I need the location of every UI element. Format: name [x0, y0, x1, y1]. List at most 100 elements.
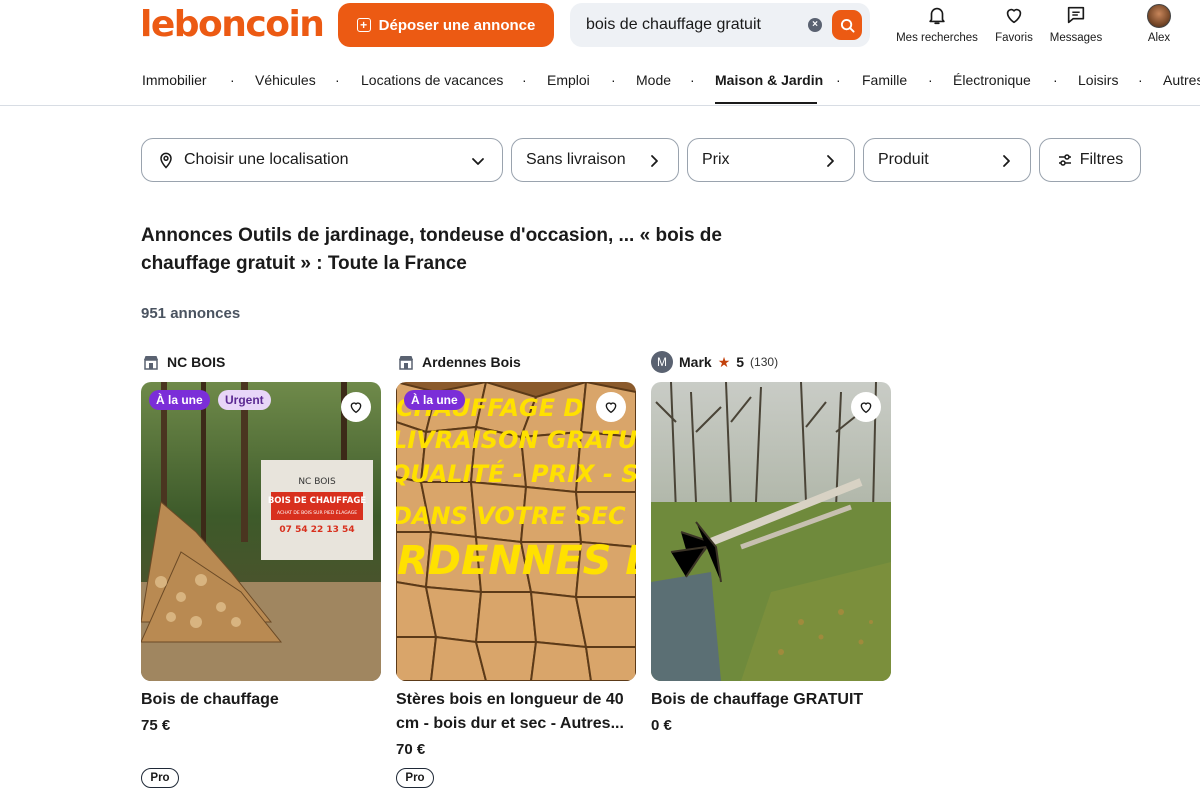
- ad-text-line-4: DANS VOTRE SEC: [396, 502, 626, 530]
- nav-messages-label: Messages: [1049, 32, 1103, 44]
- favorite-button[interactable]: [341, 392, 371, 422]
- ad-text-line-5: ARDENNES B: [396, 538, 636, 584]
- message-icon: [1067, 6, 1085, 24]
- search-bar: ×: [570, 3, 870, 47]
- category-mode[interactable]: Mode: [636, 72, 671, 88]
- category-vehicules[interactable]: Véhicules: [255, 72, 316, 88]
- truck-text-phone: 07 54 22 13 54: [279, 525, 354, 535]
- nav-my-searches[interactable]: Mes recherches: [894, 4, 980, 48]
- search-input[interactable]: [586, 3, 806, 47]
- listing-image[interactable]: [651, 382, 891, 681]
- separator-dot: ·: [522, 72, 527, 88]
- listing-image[interactable]: NC BOIS BOIS DE CHAUFFAGE ACHAT DE BOIS …: [141, 382, 381, 681]
- seller-info[interactable]: M Mark ★ 5 (130): [651, 350, 891, 374]
- listing-card[interactable]: M Mark ★ 5 (130) Bois de chauffage GRATU…: [651, 350, 891, 734]
- nav-account[interactable]: Alex: [1140, 4, 1178, 48]
- results-count: 951 annonces: [141, 305, 241, 322]
- separator-dot: ·: [335, 72, 340, 88]
- location-filter[interactable]: Choisir une localisation: [141, 138, 503, 182]
- listing-photo: [651, 382, 891, 681]
- pro-badge: Pro: [141, 768, 179, 788]
- nav-messages[interactable]: Messages: [1046, 4, 1106, 48]
- price-filter[interactable]: Prix: [687, 138, 855, 182]
- seller-rating: 5: [736, 354, 745, 370]
- heart-icon: [860, 402, 872, 414]
- category-bar: Immobilier · Véhicules · Locations de va…: [0, 60, 1200, 106]
- listing-price: 0 €: [651, 717, 672, 734]
- listing-title[interactable]: Stères bois en longueur de 40 cm - bois …: [396, 688, 636, 736]
- leboncoin-logo[interactable]: leboncoin: [140, 4, 325, 45]
- seller-name: Mark: [679, 354, 712, 370]
- heart-icon: [1006, 8, 1022, 24]
- separator-dot: ·: [1138, 72, 1143, 88]
- category-autres[interactable]: Autres: [1163, 72, 1200, 88]
- seller-avatar: M: [651, 351, 673, 373]
- seller-name: Ardennes Bois: [422, 354, 521, 370]
- listing-price: 70 €: [396, 741, 426, 758]
- chevron-right-icon: [827, 155, 834, 167]
- price-filter-label: Prix: [702, 151, 730, 168]
- listing-price: 75 €: [141, 717, 171, 734]
- nav-my-searches-label: Mes recherches: [896, 32, 978, 44]
- seller-review-count: (130): [750, 355, 779, 369]
- category-loisirs[interactable]: Loisirs: [1078, 72, 1118, 88]
- avatar: [1147, 4, 1171, 28]
- separator-dot: ·: [611, 72, 616, 88]
- separator-dot: ·: [928, 72, 933, 88]
- truck-text-title: BOIS DE CHAUFFAGE: [268, 496, 367, 506]
- plus-icon: +: [356, 18, 371, 32]
- post-ad-label: Déposer une annonce: [378, 16, 536, 34]
- pro-badge: Pro: [396, 768, 434, 788]
- search-icon: [840, 18, 855, 33]
- category-electronique[interactable]: Électronique: [953, 72, 1031, 88]
- seller-info[interactable]: Ardennes Bois: [396, 350, 636, 374]
- truck-text-brand: NC BOIS: [298, 477, 336, 487]
- badge-urgent: Urgent: [218, 390, 271, 410]
- category-locations-vacances[interactable]: Locations de vacances: [361, 72, 503, 88]
- badge-featured: À la une: [404, 390, 465, 410]
- listing-card[interactable]: NC BOIS NC BOIS BOIS DE CHAUFFAGE ACHAT …: [141, 350, 381, 788]
- product-filter[interactable]: Produit: [863, 138, 1031, 182]
- listing-card[interactable]: Ardennes Bois CHAUFFAGE D LIVRAISON GRAT…: [396, 350, 636, 788]
- nav-favorites-label: Favoris: [995, 32, 1033, 44]
- category-emploi[interactable]: Emploi: [547, 72, 590, 88]
- listing-title[interactable]: Bois de chauffage GRATUIT: [651, 688, 891, 712]
- listing-photo: CHAUFFAGE D LIVRAISON GRATUIT QUALITÉ - …: [396, 382, 636, 681]
- delivery-filter-label: Sans livraison: [526, 151, 626, 168]
- more-filters-button[interactable]: Filtres: [1039, 138, 1141, 182]
- separator-dot: ·: [230, 72, 235, 88]
- location-pin-icon: [160, 152, 172, 169]
- post-ad-button[interactable]: + Déposer une annonce: [338, 3, 554, 47]
- separator-dot: ·: [836, 72, 841, 88]
- active-category-underline: [715, 102, 817, 104]
- ad-text-line-3: QUALITÉ - PRIX - SERVI: [396, 459, 636, 488]
- favorite-button[interactable]: [851, 392, 881, 422]
- store-icon: [144, 356, 158, 370]
- nav-account-label: Alex: [1147, 32, 1171, 44]
- listing-image[interactable]: CHAUFFAGE D LIVRAISON GRATUIT QUALITÉ - …: [396, 382, 636, 681]
- chevron-down-icon: [472, 158, 484, 165]
- nav-favorites[interactable]: Favoris: [990, 4, 1038, 48]
- separator-dot: ·: [690, 72, 695, 88]
- more-filters-label: Filtres: [1079, 151, 1124, 168]
- bell-icon: [929, 7, 945, 25]
- store-icon: [399, 356, 413, 370]
- category-immobilier[interactable]: Immobilier: [142, 72, 207, 88]
- product-filter-label: Produit: [878, 151, 929, 168]
- header: leboncoin + Déposer une annonce × Mes re…: [0, 0, 1200, 60]
- listing-title[interactable]: Bois de chauffage: [141, 688, 381, 712]
- seller-info[interactable]: NC BOIS: [141, 350, 381, 374]
- badge-featured: À la une: [149, 390, 210, 410]
- ad-text-line-2: LIVRAISON GRATUIT: [396, 426, 636, 454]
- listing-photo: NC BOIS BOIS DE CHAUFFAGE ACHAT DE BOIS …: [141, 382, 381, 681]
- sliders-icon: [1058, 154, 1071, 166]
- heart-icon: [605, 402, 617, 414]
- favorite-button[interactable]: [596, 392, 626, 422]
- category-famille[interactable]: Famille: [862, 72, 907, 88]
- heart-icon: [350, 402, 362, 414]
- delivery-filter[interactable]: Sans livraison: [511, 138, 679, 182]
- category-maison-jardin[interactable]: Maison & Jardin: [715, 72, 823, 88]
- results-title: Annonces Outils de jardinage, tondeuse d…: [141, 225, 722, 274]
- search-button[interactable]: [832, 10, 862, 40]
- clear-search-icon[interactable]: ×: [808, 18, 822, 32]
